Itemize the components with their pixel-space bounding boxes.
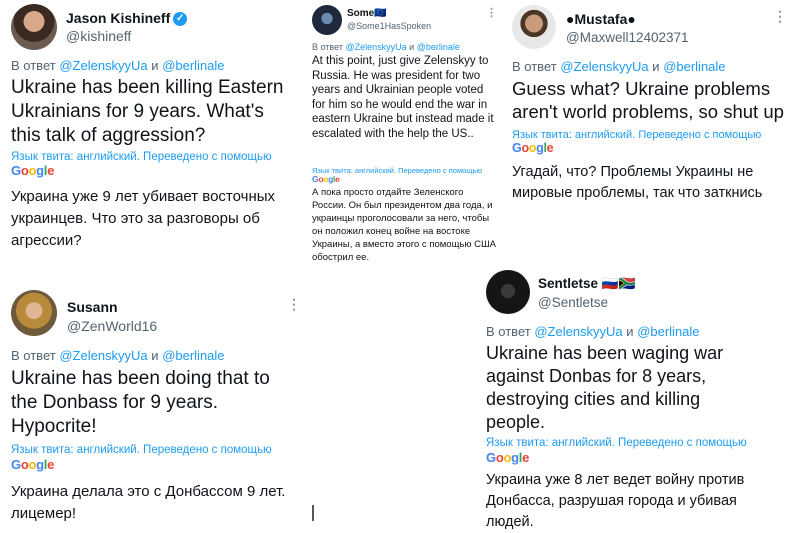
reply-to-line: В ответ @ZelenskyyUa и @berlinale xyxy=(312,42,460,52)
mention-link[interactable]: @berlinale xyxy=(162,58,224,73)
mention-link[interactable]: @ZelenskyyUa xyxy=(59,58,147,73)
avatar[interactable] xyxy=(312,5,342,35)
mention-link[interactable]: @berlinale xyxy=(637,324,699,339)
verified-badge-icon: ✓ xyxy=(173,12,188,27)
author-handle[interactable]: @kishineff xyxy=(66,28,131,44)
translation-label: Язык твита: английский. Переведено с пом… xyxy=(11,444,272,456)
avatar[interactable] xyxy=(486,270,530,314)
mention-link[interactable]: @ZelenskyyUa xyxy=(59,348,147,363)
scroll-indicator xyxy=(312,505,314,521)
tweet-text: Ukraine has been waging war against Donb… xyxy=(486,343,724,432)
google-logo[interactable]: Google xyxy=(512,141,554,155)
tweet-card-some1hasspoken: Some🇪🇺 @Some1HasSpoken ⋮ В ответ @Zelens… xyxy=(306,0,499,270)
author-handle[interactable]: @Maxwell12402371 xyxy=(566,30,689,45)
tweet-text: At this point, just give Zelenskyy to Ru… xyxy=(312,55,494,140)
reply-to-line: В ответ @ZelenskyyUa и @berlinale xyxy=(11,348,225,363)
reply-to-line: В ответ @ZelenskyyUa и @berlinale xyxy=(512,59,726,74)
author-handle[interactable]: @Sentletse xyxy=(538,295,608,310)
author-name[interactable]: ●Mustafa● xyxy=(566,11,636,27)
more-options-icon[interactable]: ⋮ xyxy=(486,6,497,19)
mention-link[interactable]: @ZelenskyyUa xyxy=(534,324,622,339)
google-logo[interactable]: Google xyxy=(11,163,54,178)
mention-link[interactable]: @ZelenskyyUa xyxy=(560,59,648,74)
translation-label: Язык твита: английский. Переведено с пом… xyxy=(486,437,747,449)
translated-text: Угадай, что? Проблемы Украины не мировые… xyxy=(512,164,763,201)
reply-to-line: В ответ @ZelenskyyUa и @berlinale xyxy=(486,324,700,339)
author-name[interactable]: Susann xyxy=(67,299,118,315)
tweet-card-sentletse: Sentletse 🇷🇺🇿🇦 @Sentletse В ответ @Zelen… xyxy=(477,262,800,533)
translated-text: Украина делала это с Донбассом 9 лет. ли… xyxy=(11,483,286,522)
reply-to-line: В ответ @ZelenskyyUa и @berlinale xyxy=(11,58,225,73)
tweet-text: Guess what? Ukraine problems aren't worl… xyxy=(512,78,784,122)
author-handle[interactable]: @Some1HasSpoken xyxy=(347,21,431,31)
google-logo[interactable]: Google xyxy=(312,174,340,184)
mention-link[interactable]: @berlinale xyxy=(417,42,460,52)
tweet-text: Ukraine has been doing that to the Donba… xyxy=(11,368,270,437)
translation-label: Язык твита: английский. Переведено с пом… xyxy=(11,151,272,163)
mention-link[interactable]: @berlinale xyxy=(162,348,224,363)
author-name[interactable]: Some🇪🇺 xyxy=(347,8,387,19)
mention-link[interactable]: @berlinale xyxy=(663,59,725,74)
author-name[interactable]: Jason Kishineff ✓ xyxy=(66,10,188,27)
more-options-icon[interactable]: ⋮ xyxy=(773,8,787,25)
avatar[interactable] xyxy=(512,5,556,49)
google-logo[interactable]: Google xyxy=(486,450,529,465)
translation-label: Язык твита: английский. Переведено с пом… xyxy=(512,129,762,141)
avatar[interactable] xyxy=(11,290,57,336)
mention-link[interactable]: @ZelenskyyUa xyxy=(345,42,406,52)
tweet-text: Ukraine has been killing Eastern Ukraini… xyxy=(11,77,284,146)
translated-text: Украина уже 8 лет ведет войну против Дон… xyxy=(486,472,745,530)
author-name[interactable]: Sentletse 🇷🇺🇿🇦 xyxy=(538,276,635,292)
tweet-card-kishineff: Jason Kishineff ✓ @kishineff В ответ @Zel… xyxy=(0,0,300,265)
more-options-icon[interactable]: ⋮ xyxy=(287,296,301,313)
author-handle[interactable]: @ZenWorld16 xyxy=(67,318,157,334)
google-logo[interactable]: Google xyxy=(11,457,54,472)
translated-text: Украина уже 9 лет убивает восточных укра… xyxy=(11,188,276,249)
tweet-card-mustafa: ●Mustafa● @Maxwell12402371 ⋮ В ответ @Ze… xyxy=(503,0,800,265)
avatar[interactable] xyxy=(11,4,57,50)
translated-text: А пока просто отдайте Зеленского России.… xyxy=(312,187,496,263)
tweet-card-susann: Susann @ZenWorld16 ⋮ В ответ @ZelenskyyU… xyxy=(0,282,310,533)
